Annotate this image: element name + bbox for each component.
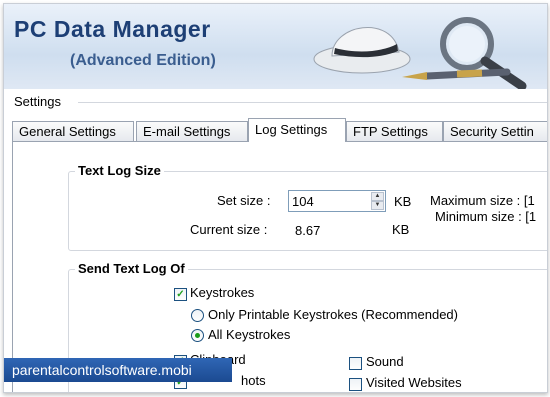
set-size-label: Set size : [217,193,271,208]
text-log-size-title: Text Log Size [75,163,164,178]
spin-up-button[interactable]: ▲ [371,192,384,201]
printable-keystrokes-radio[interactable] [191,309,204,322]
app-window: PC Data Manager (Advanced Edition) Setti… [3,3,548,393]
current-size-unit: KB [392,222,410,237]
visited-websites-label: Visited Websites [366,375,462,390]
tab-email-settings[interactable]: E-mail Settings [136,121,248,141]
minimum-size-label: Minimum size : [1 [435,209,537,224]
settings-section-label: Settings [14,94,65,109]
app-subtitle: (Advanced Edition) [70,52,216,69]
maximum-size-label: Maximum size : [1 [430,193,535,208]
screenshots-label: hots [241,373,266,388]
set-size-spinner[interactable]: ▲ ▼ [288,190,386,212]
tab-ftp-settings[interactable]: FTP Settings [346,121,443,141]
set-size-input[interactable] [289,191,373,211]
website-watermark: parentalcontrolsoftware.mobi [4,358,232,382]
tab-log-settings[interactable]: Log Settings [248,118,346,142]
visited-websites-checkbox[interactable] [349,378,362,391]
log-settings-panel: Text Log Size Set size : ▲ ▼ KB Maximum … [12,141,547,392]
app-title: PC Data Manager [14,16,211,42]
current-size-label: Current size : [190,222,268,237]
tab-general-settings[interactable]: General Settings [12,121,134,141]
keystrokes-label: Keystrokes [190,285,255,300]
tab-security-settings[interactable]: Security Settin [443,121,547,141]
set-size-unit: KB [394,194,412,209]
send-text-log-title: Send Text Log Of [75,261,188,276]
sound-label: Sound [366,354,404,369]
header-banner: PC Data Manager (Advanced Edition) [4,4,547,89]
keystrokes-checkbox[interactable]: ✓ [174,288,187,301]
spin-down-button[interactable]: ▼ [371,201,384,210]
settings-tabs: General Settings E-mail Settings Log Set… [12,118,547,142]
settings-divider [78,102,547,103]
all-keystrokes-label: All Keystrokes [208,327,291,342]
current-size-value: 8.67 [295,223,321,238]
printable-keystrokes-label: Only Printable Keystrokes (Recommended) [208,307,458,322]
sound-checkbox[interactable] [349,357,362,370]
hat-magnifier-pen-icon [313,17,527,89]
all-keystrokes-radio[interactable] [191,329,204,342]
text-log-size-group: Text Log Size Set size : ▲ ▼ KB Maximum … [68,163,547,251]
